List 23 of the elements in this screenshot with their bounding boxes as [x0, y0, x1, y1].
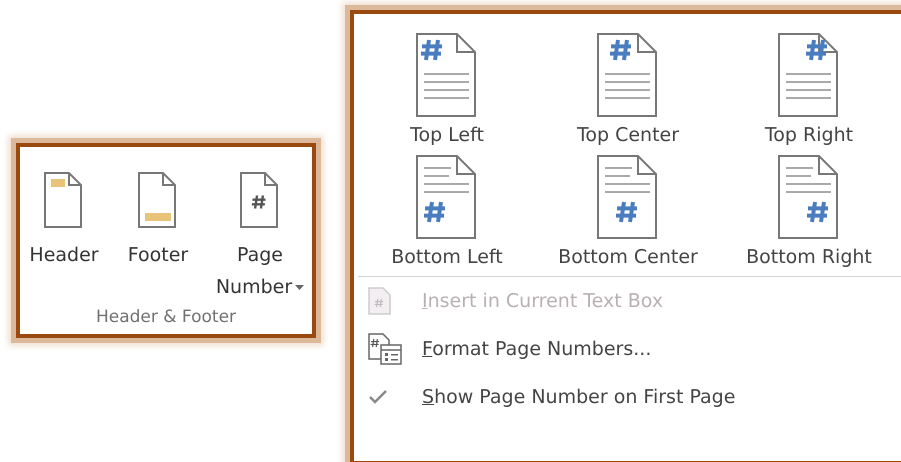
- footer-button[interactable]: Footer: [116, 167, 200, 275]
- menu-item[interactable]: Show Page Number on First Page: [354, 373, 901, 421]
- page-number-page-icon: [415, 32, 479, 118]
- footer-page-icon: [137, 171, 179, 229]
- group-label: Header & Footer: [96, 307, 236, 327]
- gallery-option[interactable]: Top Center: [536, 32, 720, 146]
- header-page-icon: [43, 171, 85, 229]
- gallery-option[interactable]: Bottom Right: [724, 154, 894, 268]
- page-number-page-icon: [777, 32, 841, 118]
- header-button[interactable]: Header: [18, 167, 110, 275]
- page-number-page-icon: [596, 32, 660, 118]
- gallery-option[interactable]: Bottom Left: [362, 154, 532, 268]
- page-number-page-icon: [596, 154, 660, 240]
- page-number-page-icon: [777, 154, 841, 240]
- page-number-button[interactable]: Page Number: [206, 167, 314, 307]
- page-number-page-icon: [415, 154, 479, 240]
- gallery-option[interactable]: Top Right: [724, 32, 894, 146]
- gallery-option[interactable]: Top Left: [362, 32, 532, 146]
- menu-item[interactable]: Format Page Numbers...: [354, 325, 901, 373]
- page-format-icon: [368, 333, 402, 365]
- gallery-option[interactable]: Bottom Center: [536, 154, 720, 268]
- hash-page-icon: [239, 171, 281, 229]
- hash-page-icon: [368, 287, 392, 315]
